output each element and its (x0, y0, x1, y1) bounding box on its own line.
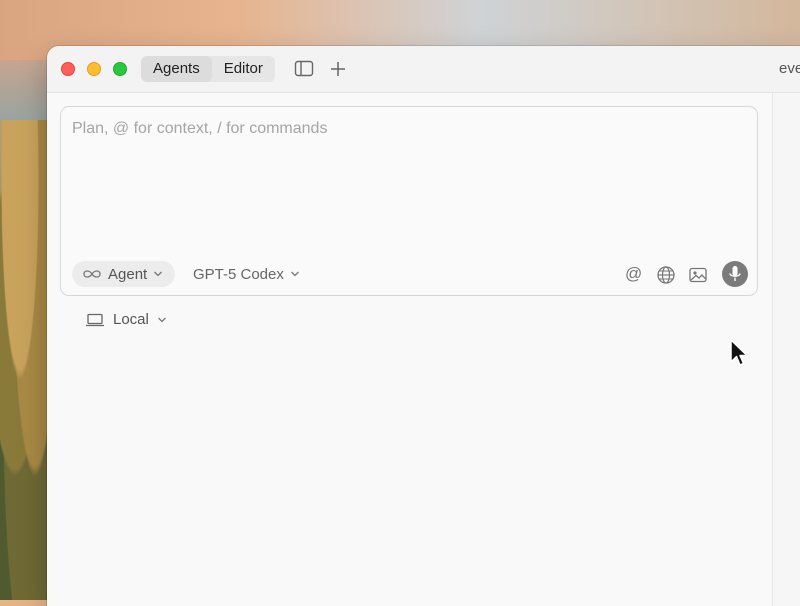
model-label: GPT-5 Codex (193, 265, 284, 283)
titlebar: Agents Editor eve (47, 46, 800, 93)
microphone-icon (729, 266, 741, 281)
model-selector[interactable]: GPT-5 Codex (193, 261, 300, 287)
close-button[interactable] (61, 62, 75, 76)
prompt-composer[interactable]: Plan, @ for context, / for commands Agen… (60, 106, 758, 296)
tab-editor[interactable]: Editor (212, 56, 275, 82)
chevron-down-icon (290, 270, 300, 278)
sidebar-toggle-icon[interactable] (294, 59, 314, 79)
window-title: eve (779, 60, 800, 77)
prompt-placeholder: Plan, @ for context, / for commands (72, 120, 328, 137)
infinity-icon (82, 268, 102, 280)
mouse-pointer-icon (729, 339, 749, 374)
laptop-icon (85, 313, 105, 327)
tab-agents[interactable]: Agents (141, 56, 212, 82)
zoom-button[interactable] (113, 62, 127, 76)
app-window: Agents Editor eve Plan, @ for context, /… (47, 46, 800, 606)
chevron-down-icon (153, 270, 163, 278)
environment-label: Local (113, 311, 149, 328)
environment-selector[interactable]: Local (85, 311, 167, 328)
mode-label: Agent (108, 265, 148, 283)
view-switcher: Agents Editor (141, 56, 275, 82)
globe-icon[interactable] (656, 265, 676, 285)
chevron-down-icon (157, 316, 167, 324)
plus-icon[interactable] (328, 59, 348, 79)
mode-selector[interactable]: Agent (72, 261, 176, 287)
minimize-button[interactable] (87, 62, 101, 76)
microphone-button[interactable] (722, 261, 748, 287)
agent-pane: Plan, @ for context, / for commands Agen… (47, 93, 772, 606)
side-panel (772, 93, 800, 606)
mention-button[interactable]: @ (625, 264, 642, 284)
image-icon[interactable] (688, 265, 708, 285)
